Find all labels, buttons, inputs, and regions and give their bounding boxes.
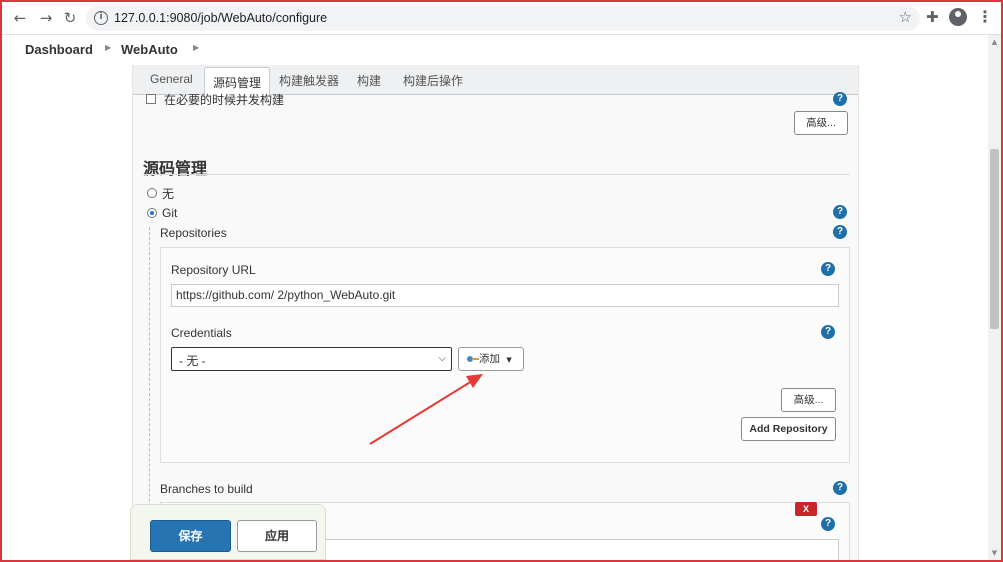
reload-icon[interactable]: ↻ [60, 8, 80, 28]
forward-icon[interactable]: → [36, 8, 56, 28]
browser-menu-icon[interactable]: ⋮ [977, 7, 993, 26]
scroll-down-arrow-icon[interactable]: ▼ [990, 549, 999, 557]
tab-build-triggers[interactable]: 构建触发器 [279, 72, 339, 89]
repository-advanced-button[interactable]: 高级... [781, 388, 836, 412]
branches-to-build-label: Branches to build [160, 482, 253, 496]
address-bar[interactable]: i 127.0.0.1:9080/job/WebAuto/configure ☆ [86, 6, 920, 31]
scm-section-title: 源码管理 [143, 159, 208, 178]
breadcrumb-dashboard[interactable]: Dashboard [25, 42, 93, 57]
add-repository-button[interactable]: Add Repository [741, 417, 836, 441]
chevron-down-icon: ⌵ [438, 353, 446, 364]
repository-url-input[interactable]: https://github.com/ 2/python_WebAuto.git [171, 284, 839, 307]
help-icon[interactable]: ? [821, 517, 835, 531]
tab-post-build[interactable]: 构建后操作 [403, 72, 463, 89]
key-icon [467, 356, 479, 362]
save-button[interactable]: 保存 [150, 520, 231, 552]
concurrent-build-checkbox[interactable] [146, 94, 156, 104]
add-credentials-button[interactable]: 添加 ▼ [458, 347, 524, 371]
extensions-puzzle-icon[interactable]: ✚ [926, 8, 939, 26]
scroll-thumb[interactable] [990, 149, 999, 329]
credentials-selected-value: - 无 - [179, 354, 206, 368]
browser-toolbar: ← → ↻ i 127.0.0.1:9080/job/WebAuto/confi… [2, 2, 1001, 35]
breadcrumb: Dashboard ▶ WebAuto ▶ [2, 35, 989, 65]
save-bar: 保存 应用 [130, 504, 326, 560]
apply-button[interactable]: 应用 [237, 520, 317, 552]
scm-git-radio[interactable] [147, 208, 157, 218]
scm-none-label: 无 [162, 187, 175, 201]
section-divider [143, 174, 850, 175]
help-icon[interactable]: ? [833, 92, 847, 106]
breadcrumb-separator-icon[interactable]: ▶ [193, 43, 199, 52]
credentials-label: Credentials [171, 326, 232, 340]
page-scrollbar[interactable]: ▲ ▼ [988, 35, 1001, 560]
bookmark-star-icon[interactable]: ☆ [899, 8, 912, 26]
breadcrumb-webauto[interactable]: WebAuto [121, 42, 178, 57]
help-icon[interactable]: ? [821, 262, 835, 276]
breadcrumb-separator-icon[interactable]: ▶ [105, 43, 111, 52]
help-icon[interactable]: ? [833, 225, 847, 239]
delete-branch-button[interactable]: X [795, 502, 817, 516]
tab-general[interactable]: General [150, 72, 193, 86]
screenshot-frame: ← → ↻ i 127.0.0.1:9080/job/WebAuto/confi… [0, 0, 1003, 562]
repositories-label: Repositories [160, 226, 227, 240]
scroll-up-arrow-icon[interactable]: ▲ [990, 38, 999, 46]
concurrent-build-label: 在必要的时候并发构建 [164, 93, 285, 107]
help-icon[interactable]: ? [833, 481, 847, 495]
credentials-select[interactable]: - 无 - ⌵ [171, 347, 452, 371]
help-icon[interactable]: ? [833, 205, 847, 219]
advanced-button[interactable]: 高级... [794, 111, 848, 135]
help-icon[interactable]: ? [821, 325, 835, 339]
scm-none-radio[interactable] [147, 188, 157, 198]
back-icon[interactable]: ← [10, 8, 30, 28]
dropdown-caret-icon: ▼ [506, 356, 512, 364]
site-info-icon[interactable]: i [94, 11, 108, 25]
scm-git-label: Git [162, 206, 178, 220]
config-panel: General 源码管理 构建触发器 构建 构建后操作 在必要的时候并发构建 ?… [132, 65, 859, 560]
add-credentials-label: 添加 [479, 353, 500, 365]
repository-url-label: Repository URL [171, 263, 256, 277]
profile-avatar-icon[interactable] [949, 8, 967, 26]
url-text[interactable]: 127.0.0.1:9080/job/WebAuto/configure [114, 11, 327, 25]
tab-build[interactable]: 构建 [357, 72, 381, 89]
